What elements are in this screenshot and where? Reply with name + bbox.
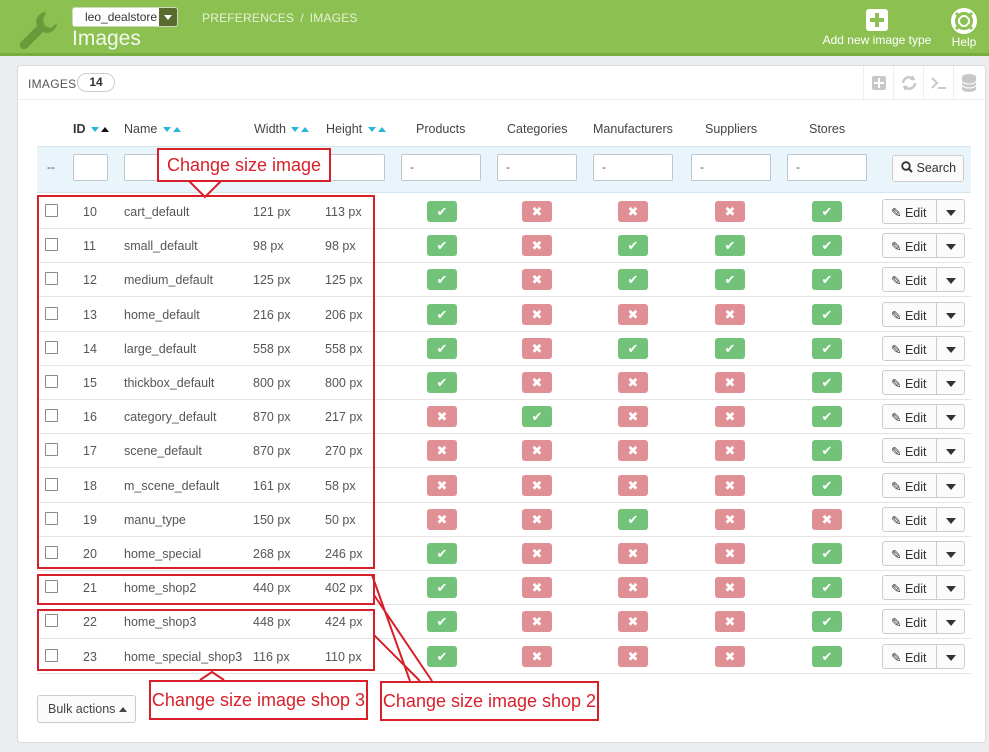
callout-change-size-image-shop3: Change size image shop 3 (149, 680, 368, 720)
highlight-box-shop3-images (37, 609, 375, 671)
callout-change-size-image-shop2: Change size image shop 2 (380, 681, 599, 721)
callout-change-size-image: Change size image (157, 148, 331, 182)
highlight-box-default-images (37, 195, 375, 569)
highlight-box-shop2-images (37, 574, 375, 605)
